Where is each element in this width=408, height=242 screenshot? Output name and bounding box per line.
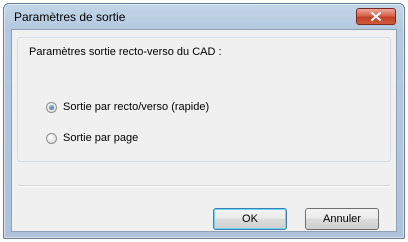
close-button[interactable] [356,8,396,25]
dialog-window: Paramètres de sortie Paramètres sortie r… [3,3,405,239]
radio-button[interactable] [46,132,57,144]
separator [18,185,390,187]
close-icon [371,12,381,21]
window-title: Paramètres de sortie [14,10,126,24]
option-duplex-fast[interactable]: Sortie par recto/verso (rapide) [46,101,209,113]
option-per-page[interactable]: Sortie par page [46,132,138,144]
duplex-settings-group: Paramètres sortie recto-verso du CAD : S… [17,37,391,162]
group-label: Paramètres sortie recto-verso du CAD : [29,46,222,58]
ok-button[interactable]: OK [213,208,287,230]
option-label[interactable]: Sortie par page [63,132,138,144]
dialog-content: Paramètres sortie recto-verso du CAD : S… [11,29,397,232]
option-label[interactable]: Sortie par recto/verso (rapide) [63,101,209,113]
title-bar[interactable]: Paramètres de sortie [4,4,404,29]
radio-button-checked[interactable] [46,101,57,113]
cancel-button[interactable]: Annuler [305,208,379,230]
